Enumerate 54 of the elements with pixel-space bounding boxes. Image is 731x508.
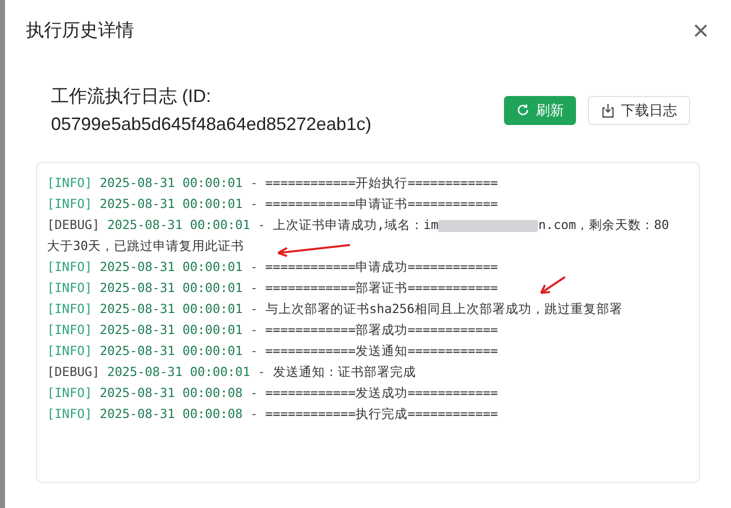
log-message: ============部署成功============ [265, 322, 498, 337]
log-timestamp: 2025-08-31 00:00:01 [100, 259, 243, 274]
log-message: ============部署证书============ [265, 280, 498, 295]
refresh-icon [516, 103, 530, 117]
log-level: [DEBUG] [47, 364, 100, 379]
log-timestamp: 2025-08-31 00:00:01 [107, 364, 250, 379]
log-separator: - [258, 217, 266, 232]
log-message: n.com，剩余天数：80 [538, 217, 670, 232]
log-level: [INFO] [47, 406, 92, 421]
log-level: [INFO] [47, 385, 92, 400]
log-message: ============发送通知============ [265, 343, 498, 358]
log-message: 大于30天，已跳过申请复用此证书 [47, 237, 244, 255]
log-message: ============发送成功============ [265, 385, 498, 400]
arrow-annotation [538, 276, 566, 296]
log-message: 发送通知：证书部署完成 [272, 364, 416, 379]
log-message: ============申请成功============ [265, 259, 498, 274]
log-timestamp: 2025-08-31 00:00:01 [100, 322, 243, 337]
refresh-button[interactable]: 刷新 [504, 96, 576, 124]
log-level: [INFO] [47, 175, 92, 190]
dialog-title: 执行历史详情 [26, 19, 134, 42]
log-message: ============执行完成============ [265, 406, 498, 421]
log-separator: - [250, 406, 258, 421]
download-icon [601, 102, 615, 118]
log-title: 工作流执行日志 (ID: 05799e5ab5d645f48a64ed85272eab1c) [51, 85, 372, 136]
log-separator: - [250, 280, 258, 295]
log-timestamp: 2025-08-31 00:00:08 [100, 406, 243, 421]
log-level: [INFO] [47, 259, 92, 274]
log-level: [INFO] [47, 343, 92, 358]
log-level: [INFO] [47, 196, 92, 211]
log-level: [INFO] [47, 301, 92, 316]
log-separator: - [250, 196, 258, 211]
log-separator: - [258, 364, 266, 379]
log-level: [DEBUG] [47, 217, 100, 232]
log-separator: - [250, 322, 258, 337]
log-message: ============申请证书============ [265, 196, 498, 211]
log-separator: - [250, 301, 258, 316]
log-timestamp: 2025-08-31 00:00:01 [100, 343, 243, 358]
log-timestamp: 2025-08-31 00:00:01 [107, 217, 250, 232]
close-button[interactable]: × [692, 16, 709, 44]
log-separator: - [250, 259, 258, 274]
log-timestamp: 2025-08-31 00:00:01 [100, 280, 243, 295]
log-level: [INFO] [47, 280, 92, 295]
log-timestamp: 2025-08-31 00:00:01 [100, 175, 243, 190]
log-timestamp: 2025-08-31 00:00:01 [100, 301, 243, 316]
download-button[interactable]: 下载日志 [588, 96, 690, 124]
log-separator: - [250, 175, 258, 190]
log-message: 与上次部署的证书sha256相同且上次部署成功，跳过重复部署 [265, 301, 622, 316]
log-timestamp: 2025-08-31 00:00:08 [100, 385, 243, 400]
log-message: 上次证书申请成功,域名：im [272, 217, 438, 232]
log-message: ============开始执行============ [265, 175, 498, 190]
log-level: [INFO] [47, 322, 92, 337]
log-timestamp: 2025-08-31 00:00:01 [100, 196, 243, 211]
log-separator: - [250, 385, 258, 400]
log-separator: - [250, 343, 258, 358]
